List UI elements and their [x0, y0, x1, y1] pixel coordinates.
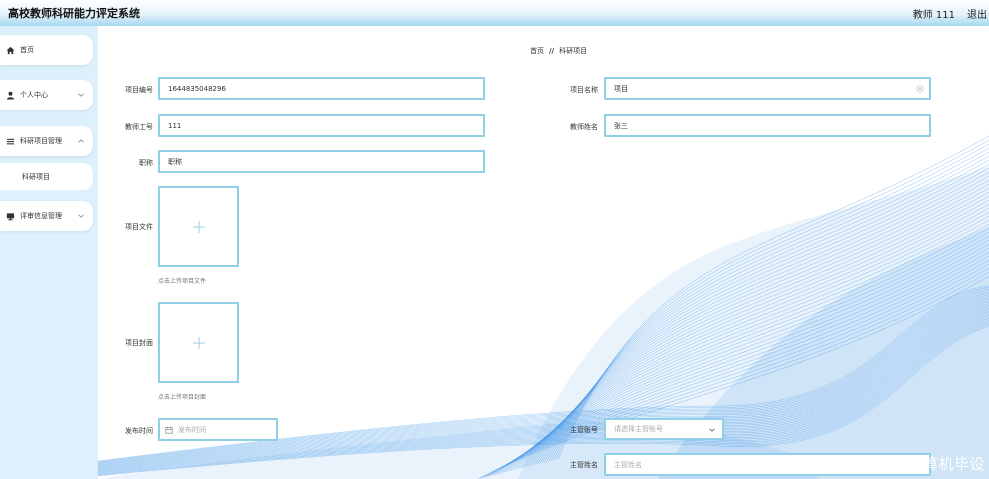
- plus-icon: [192, 220, 205, 233]
- teacher-name-label: 教师姓名: [570, 123, 598, 131]
- user-icon: [6, 91, 15, 100]
- teacher-name-input[interactable]: [604, 114, 931, 137]
- sidebar: 首页 个人中心 科研项目管理 科研项目 评审信息管理: [0, 26, 98, 479]
- list-icon: [6, 137, 15, 146]
- sidebar-item-personal-center[interactable]: 个人中心: [0, 80, 93, 110]
- breadcrumb: 首页 // 科研项目: [530, 46, 587, 56]
- project-cover-label: 项目封面: [125, 339, 153, 347]
- app-title: 高校教师科研能力评定系统: [8, 7, 140, 20]
- teacher-no-input[interactable]: [158, 114, 485, 137]
- breadcrumb-home[interactable]: 首页: [530, 47, 544, 55]
- sidebar-item-home[interactable]: 首页: [0, 35, 93, 65]
- top-bar: 高校教师科研能力评定系统 教师 111 退出: [0, 0, 989, 26]
- project-name-input[interactable]: [604, 77, 931, 100]
- sidebar-item-label: 科研项目管理: [20, 137, 62, 145]
- publish-time-picker[interactable]: [158, 418, 278, 441]
- chevron-down-icon: [78, 93, 84, 97]
- project-no-label: 项目编号: [125, 86, 153, 94]
- title-label: 职称: [139, 159, 153, 167]
- title-input[interactable]: [158, 150, 485, 173]
- chevron-down-icon: [78, 214, 84, 218]
- teacher-no-label: 教师工号: [125, 123, 153, 131]
- project-file-tip: 点击上传项目文件: [158, 278, 207, 285]
- project-cover-tip: 点击上传项目封面: [158, 394, 207, 401]
- sidebar-item-research-project-management[interactable]: 科研项目管理: [0, 126, 93, 156]
- project-cover-upload[interactable]: [158, 302, 239, 383]
- project-no-input[interactable]: [158, 77, 485, 100]
- sidebar-item-review-info-management[interactable]: 评审信息管理: [0, 201, 93, 231]
- calendar-icon: [165, 426, 173, 434]
- publish-time-input[interactable]: [178, 425, 268, 434]
- manager-account-label: 主管账号: [570, 426, 598, 434]
- monitor-icon: [6, 212, 15, 221]
- chevron-down-icon: [709, 428, 715, 432]
- logout-link[interactable]: 退出: [967, 6, 987, 21]
- publish-time-label: 发布时间: [125, 427, 153, 435]
- project-file-label: 项目文件: [125, 223, 153, 231]
- clear-icon[interactable]: [916, 85, 924, 93]
- manager-account-select[interactable]: 请选择主管账号: [604, 418, 724, 440]
- plus-icon: [192, 336, 205, 349]
- watermark: CSDN @畔云计算机毕设: [810, 455, 985, 473]
- breadcrumb-current: 科研项目: [559, 47, 588, 55]
- home-icon: [6, 46, 15, 55]
- sidebar-item-label: 个人中心: [20, 91, 48, 99]
- sidebar-item-label: 首页: [20, 46, 34, 54]
- project-file-upload[interactable]: [158, 186, 239, 267]
- sidebar-item-label: 评审信息管理: [20, 212, 62, 220]
- project-name-label: 项目名称: [570, 86, 598, 94]
- sidebar-subitem-research-project[interactable]: 科研项目: [0, 163, 93, 190]
- user-label: 教师 111: [912, 10, 955, 21]
- manager-account-placeholder: 请选择主管账号: [614, 425, 663, 433]
- manager-name-label: 主管姓名: [570, 461, 598, 469]
- breadcrumb-separator: //: [549, 47, 555, 55]
- main-content: 首页 // 科研项目 项目编号 项目名称 教师工号 教师姓名 职称 项目文件 点击上…: [98, 26, 989, 479]
- chevron-up-icon: [78, 139, 84, 143]
